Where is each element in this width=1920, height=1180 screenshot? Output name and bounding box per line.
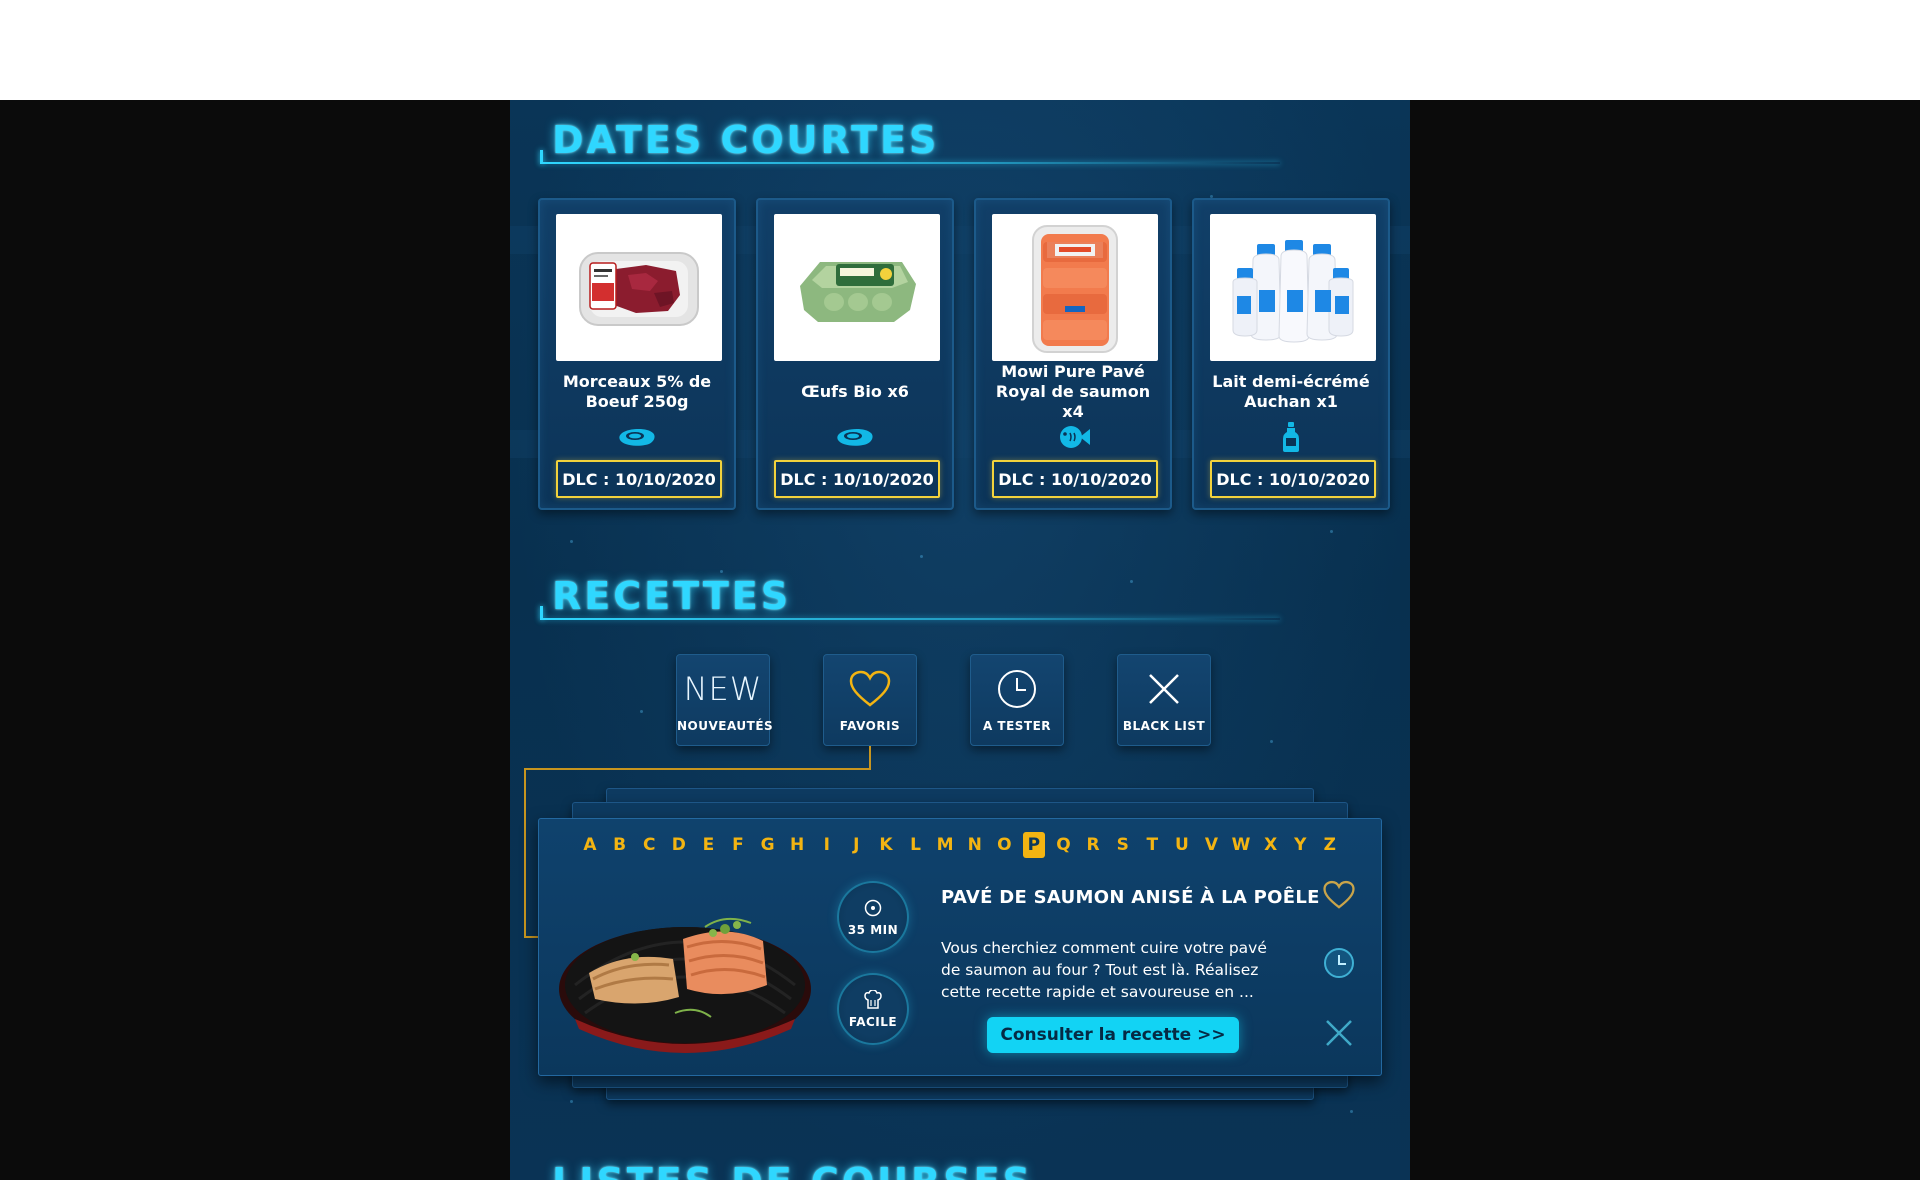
alphabet-letter-h[interactable]: H bbox=[786, 832, 808, 858]
alphabet-letter-c[interactable]: C bbox=[638, 832, 660, 858]
filter-label: A TESTER bbox=[982, 719, 1052, 733]
alphabet-letter-f[interactable]: F bbox=[727, 832, 749, 858]
recipe-title: PAVÉ DE SAUMON ANISÉ À LA POÊLE bbox=[941, 887, 1320, 908]
new-icon: NEW bbox=[677, 667, 769, 711]
alphabet-letter-o[interactable]: O bbox=[993, 832, 1015, 858]
section-title-listes-de-courses: Listes de courses bbox=[552, 1160, 1033, 1180]
alphabet-letter-b[interactable]: B bbox=[609, 832, 631, 858]
alphabet-letter-q[interactable]: Q bbox=[1053, 832, 1075, 858]
timer-icon bbox=[839, 897, 907, 919]
alphabet-letter-n[interactable]: N bbox=[964, 832, 986, 858]
content-panel: Dates courtes Morceaux 5% de Boeuf 250g bbox=[510, 100, 1410, 1180]
bg-dot bbox=[1130, 580, 1133, 583]
alphabet-letter-z[interactable]: Z bbox=[1319, 832, 1341, 858]
product-name: Mowi Pure Pavé Royal de saumon x4 bbox=[995, 362, 1151, 421]
bottle-icon bbox=[1194, 422, 1388, 452]
filter-nouveautes[interactable]: NEW NOUVEAUTÉS bbox=[676, 654, 774, 746]
favorite-heart-icon[interactable] bbox=[1321, 877, 1357, 913]
alphabet-letter-r[interactable]: R bbox=[1082, 832, 1104, 858]
connector-line bbox=[524, 768, 871, 770]
product-name: Lait demi-écrémé Auchan x1 bbox=[1212, 372, 1370, 411]
filter-a-tester[interactable]: A TESTER bbox=[970, 654, 1064, 746]
alphabet-letter-e[interactable]: E bbox=[697, 832, 719, 858]
alphabet-letter-k[interactable]: K bbox=[875, 832, 897, 858]
bg-dot bbox=[1330, 530, 1333, 533]
filter-black-list[interactable]: BLACK LIST bbox=[1117, 654, 1211, 746]
product-card[interactable]: Lait demi-écrémé Auchan x1 DLC : 10/10/2… bbox=[1192, 198, 1390, 510]
product-name: Morceaux 5% de Boeuf 250g bbox=[562, 372, 712, 411]
bg-dot bbox=[570, 540, 573, 543]
view-recipe-button[interactable]: Consulter la recette >> bbox=[987, 1017, 1239, 1053]
recipe-description: Vous cherchiez comment cuire votre pavé … bbox=[941, 939, 1267, 1001]
duration-label: 35 MIN bbox=[847, 923, 899, 937]
difficulty-label: FACILE bbox=[848, 1015, 898, 1029]
bg-dot bbox=[640, 710, 643, 713]
section-title-dates-courtes: Dates courtes bbox=[552, 118, 940, 162]
alphabet-letter-y[interactable]: Y bbox=[1289, 832, 1311, 858]
alphabet-letter-i[interactable]: I bbox=[816, 832, 838, 858]
chef-hat-icon bbox=[839, 989, 907, 1011]
alphabet-letter-a[interactable]: A bbox=[579, 832, 601, 858]
difficulty-badge: FACILE bbox=[837, 973, 909, 1045]
bg-dot bbox=[720, 570, 723, 573]
alphabet-letter-m[interactable]: M bbox=[934, 832, 956, 858]
alphabet-letter-g[interactable]: G bbox=[757, 832, 779, 858]
recipe-image bbox=[555, 889, 815, 1059]
cross-icon bbox=[1118, 667, 1210, 711]
title-underline bbox=[540, 618, 1280, 620]
new-icon-text: NEW bbox=[683, 670, 763, 708]
bg-dot bbox=[570, 1100, 573, 1103]
top-white-bar bbox=[0, 0, 1920, 100]
alphabet-letter-j[interactable]: J bbox=[845, 832, 867, 858]
meat-icon bbox=[540, 422, 734, 452]
section-title-recettes: Recettes bbox=[552, 574, 792, 618]
dlc-badge: DLC : 10/10/2020 bbox=[556, 460, 722, 498]
product-card[interactable]: Œufs Bio x6 DLC : 10/10/2020 bbox=[756, 198, 954, 510]
connector-line bbox=[869, 746, 871, 768]
duration-badge: 35 MIN bbox=[837, 881, 909, 953]
clock-icon bbox=[971, 667, 1063, 711]
alphabet-letter-l[interactable]: L bbox=[905, 832, 927, 858]
heart-icon bbox=[824, 667, 916, 711]
connector-line bbox=[524, 936, 538, 938]
alphabet-letter-t[interactable]: T bbox=[1141, 832, 1163, 858]
bg-dot bbox=[1270, 740, 1273, 743]
alphabet-letter-w[interactable]: W bbox=[1230, 832, 1252, 858]
bg-dot bbox=[1350, 1110, 1353, 1113]
recipe-card: ABCDEFGHIJKLMNOPQRSTUVWXYZ 35 MIN FACILE… bbox=[538, 818, 1382, 1076]
blacklist-cross-icon[interactable] bbox=[1321, 1015, 1357, 1051]
product-card[interactable]: Mowi Pure Pavé Royal de saumon x4 DLC : … bbox=[974, 198, 1172, 510]
product-image bbox=[774, 214, 940, 361]
filter-label: NOUVEAUTÉS bbox=[677, 719, 774, 733]
alphabet-letter-u[interactable]: U bbox=[1171, 832, 1193, 858]
dlc-badge: DLC : 10/10/2020 bbox=[992, 460, 1158, 498]
product-name: Œufs Bio x6 bbox=[801, 382, 909, 401]
bg-dot bbox=[920, 555, 923, 558]
dlc-badge: DLC : 10/10/2020 bbox=[1210, 460, 1376, 498]
alphabet-letter-s[interactable]: S bbox=[1112, 832, 1134, 858]
alphabet-letter-v[interactable]: V bbox=[1200, 832, 1222, 858]
product-card[interactable]: Morceaux 5% de Boeuf 250g DLC : 10/10/20… bbox=[538, 198, 736, 510]
filter-label: BLACK LIST bbox=[1122, 719, 1206, 733]
product-image bbox=[992, 214, 1158, 361]
filter-label: FAVORIS bbox=[839, 719, 901, 733]
meat-icon bbox=[758, 422, 952, 452]
alphabet-letter-p[interactable]: P bbox=[1022, 832, 1045, 858]
title-underline bbox=[540, 162, 1280, 164]
connector-line bbox=[524, 768, 526, 938]
alphabet-letter-d[interactable]: D bbox=[668, 832, 690, 858]
fish-icon bbox=[976, 422, 1170, 452]
product-image bbox=[1210, 214, 1376, 361]
product-image bbox=[556, 214, 722, 361]
dlc-badge: DLC : 10/10/2020 bbox=[774, 460, 940, 498]
alphabet-letter-x[interactable]: X bbox=[1260, 832, 1282, 858]
filter-favoris[interactable]: FAVORIS bbox=[823, 654, 917, 746]
to-test-clock-icon[interactable] bbox=[1321, 945, 1357, 981]
alphabet-index: ABCDEFGHIJKLMNOPQRSTUVWXYZ bbox=[579, 831, 1341, 859]
